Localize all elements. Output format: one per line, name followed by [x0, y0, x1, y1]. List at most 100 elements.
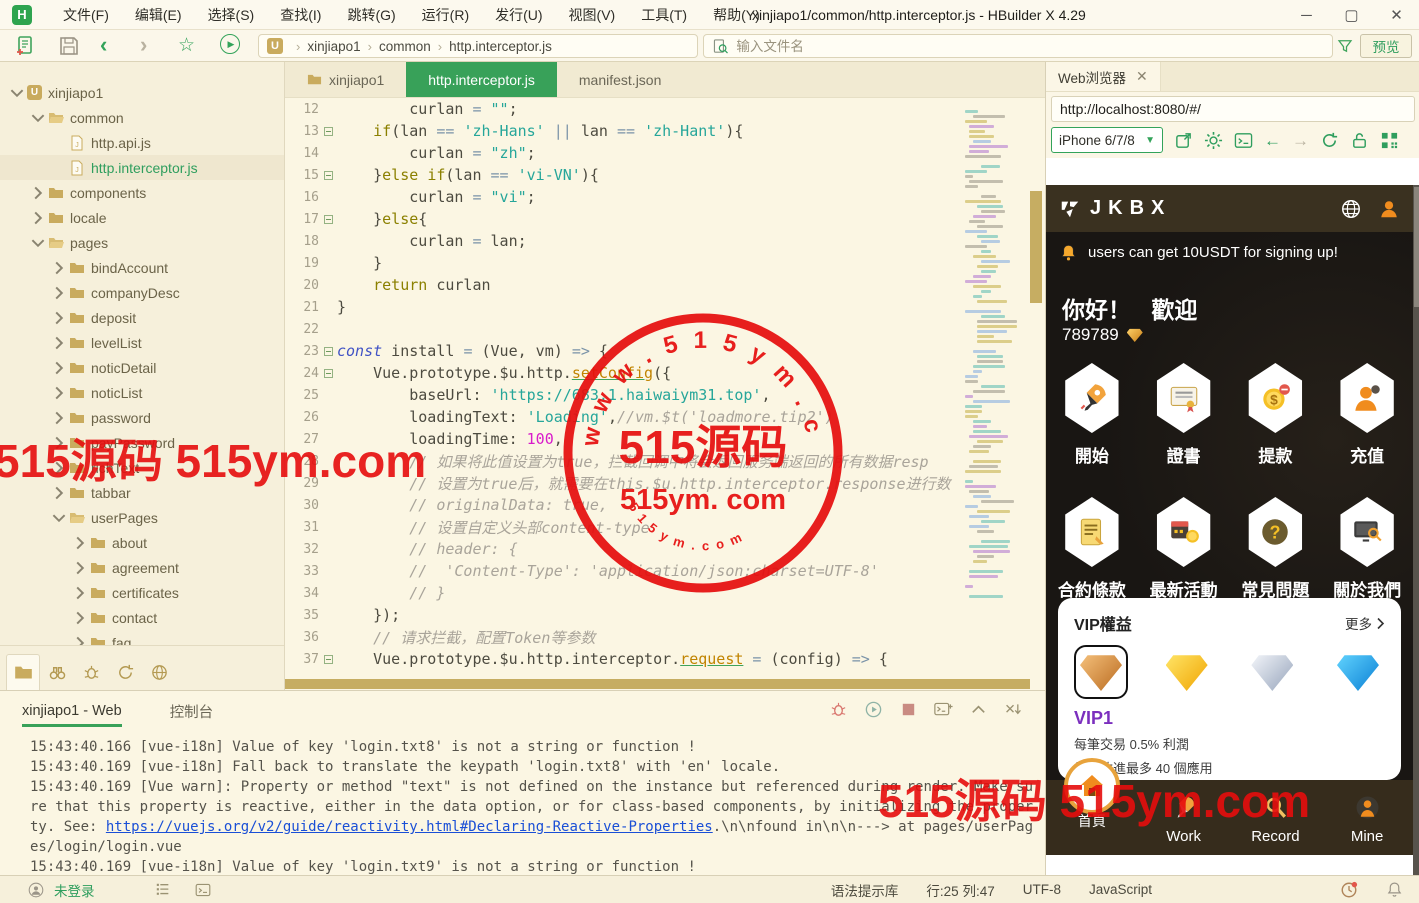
debug-icon[interactable]: [829, 700, 848, 719]
web-tab[interactable]: [142, 654, 176, 690]
tree-item-http.api.js[interactable]: Jhttp.api.js: [0, 130, 284, 155]
notification-bell-icon[interactable]: [1386, 881, 1403, 898]
menu-item[interactable]: 跳转(G): [334, 0, 408, 30]
fold-marker[interactable]: [319, 369, 337, 378]
breadcrumb-item[interactable]: xinjiapo1: [307, 39, 360, 54]
breadcrumb-item[interactable]: common: [379, 39, 431, 54]
app-grid-item-recharge[interactable]: 充值: [1321, 363, 1413, 467]
fold-marker[interactable]: [319, 127, 337, 136]
tree-item-http.interceptor.js[interactable]: Jhttp.interceptor.js: [0, 155, 284, 180]
chevron-icon[interactable]: [52, 411, 66, 425]
chevron-icon[interactable]: [52, 486, 66, 500]
back-icon[interactable]: ‹: [100, 34, 124, 58]
search-tab[interactable]: [40, 654, 74, 690]
vip-gem-blue[interactable]: [1331, 645, 1385, 699]
debug-tab[interactable]: [74, 654, 108, 690]
lock-icon[interactable]: [1350, 131, 1369, 150]
tree-item-userPages[interactable]: userPages: [0, 505, 284, 530]
gear-icon[interactable]: [1204, 131, 1223, 150]
search-input[interactable]: [736, 39, 1324, 54]
vip-gem-silver[interactable]: [1245, 645, 1299, 699]
app-tab-Record[interactable]: Record: [1230, 780, 1322, 855]
new-terminal-icon[interactable]: [934, 700, 953, 719]
address-bar[interactable]: [1051, 96, 1415, 122]
console-tab-terminal[interactable]: 控制台: [170, 691, 214, 731]
tree-item-richText[interactable]: richText: [0, 455, 284, 480]
refresh-icon[interactable]: [1320, 131, 1339, 150]
scrollbar-thumb[interactable]: [285, 679, 1030, 689]
fold-icon[interactable]: [324, 127, 333, 136]
app-grid-item-rocket[interactable]: 開始: [1046, 363, 1138, 467]
editor-tab-http.interceptor.js[interactable]: http.interceptor.js: [406, 62, 557, 97]
forward-arrow-icon[interactable]: →: [1292, 132, 1309, 149]
fold-marker[interactable]: [319, 655, 337, 664]
console-tab-web[interactable]: xinjiapo1 - Web: [22, 691, 122, 731]
tree-item-agreement[interactable]: agreement: [0, 555, 284, 580]
fold-icon[interactable]: [324, 347, 333, 356]
tree-item-contact[interactable]: contact: [0, 605, 284, 630]
tree-item-about[interactable]: about: [0, 530, 284, 555]
encoding-label[interactable]: UTF-8: [1023, 882, 1061, 897]
editor-tab-xinjiapo1[interactable]: xinjiapo1: [285, 62, 406, 97]
filter-funnel-icon[interactable]: [1336, 37, 1354, 55]
minimap[interactable]: [965, 100, 1011, 660]
horizontal-scrollbar[interactable]: [285, 678, 1045, 690]
url-input[interactable]: [1060, 101, 1406, 117]
chevron-icon[interactable]: [31, 236, 45, 250]
chevron-icon[interactable]: [52, 261, 66, 275]
console-log[interactable]: 15:43:40.166 [vue-i18n] Value of key 'lo…: [0, 737, 1038, 876]
cursor-position[interactable]: 行:25 列:47: [926, 880, 994, 900]
restart-icon[interactable]: [864, 700, 883, 719]
chevron-icon[interactable]: [52, 361, 66, 375]
app-grid-item-contract[interactable]: 合約條款: [1046, 497, 1138, 601]
terminal-status-icon[interactable]: [195, 882, 211, 898]
app-grid-item-withdraw[interactable]: $提款: [1230, 363, 1322, 467]
maximize-icon[interactable]: ▢: [1329, 0, 1374, 30]
chevron-icon[interactable]: [10, 86, 24, 100]
minimize-icon[interactable]: ─: [1284, 0, 1329, 30]
app-grid-item-about[interactable]: 關於我們: [1321, 497, 1413, 601]
tree-item-certificates[interactable]: certificates: [0, 580, 284, 605]
chevron-icon[interactable]: [73, 561, 87, 575]
announcement-bar[interactable]: users can get 10USDT for signing up!: [1059, 243, 1338, 262]
outline-list-icon[interactable]: [155, 882, 171, 898]
files-tab[interactable]: [6, 654, 40, 690]
chevron-icon[interactable]: [31, 211, 45, 225]
tree-item-locale[interactable]: locale: [0, 205, 284, 230]
account-icon[interactable]: [28, 882, 44, 898]
open-external-icon[interactable]: [1174, 131, 1193, 150]
fold-marker[interactable]: [319, 215, 337, 224]
qr-code-icon[interactable]: [1380, 131, 1399, 150]
fold-icon[interactable]: [324, 215, 333, 224]
language-globe-icon[interactable]: [1340, 198, 1362, 220]
tree-item-xinjiapo1[interactable]: Uxinjiapo1: [0, 80, 284, 105]
profile-icon[interactable]: [1378, 198, 1400, 220]
breadcrumb-item[interactable]: http.interceptor.js: [449, 39, 552, 54]
app-tab-Mine[interactable]: Mine: [1321, 780, 1413, 855]
close-icon[interactable]: ✕: [1374, 0, 1419, 30]
tree-item-noticDetail[interactable]: noticDetail: [0, 355, 284, 380]
chevron-icon[interactable]: [52, 461, 66, 475]
chevron-icon[interactable]: [73, 586, 87, 600]
menu-item[interactable]: 查找(I): [267, 0, 334, 30]
vip-gem-gold[interactable]: [1160, 645, 1214, 699]
tree-item-deposit[interactable]: deposit: [0, 305, 284, 330]
chevron-icon[interactable]: [52, 511, 66, 525]
menu-item[interactable]: 发行(U): [482, 0, 555, 30]
menu-item[interactable]: 文件(F): [50, 0, 122, 30]
device-select[interactable]: iPhone 6/7/8 ▼: [1051, 127, 1163, 153]
tree-item-bindAccount[interactable]: bindAccount: [0, 255, 284, 280]
terminal-icon[interactable]: [1234, 131, 1253, 150]
browser-tab[interactable]: Web浏览器 ✕: [1046, 62, 1161, 91]
run-icon[interactable]: ▶: [220, 34, 244, 58]
code-area[interactable]: 12 curlan = "";13 if(lan == 'zh-Hans' ||…: [285, 98, 961, 678]
chevron-icon[interactable]: [52, 336, 66, 350]
file-search-box[interactable]: [703, 34, 1333, 58]
clear-log-icon[interactable]: [1004, 700, 1023, 719]
page-scrollbar[interactable]: [1413, 185, 1419, 875]
tree-item-noticList[interactable]: noticList: [0, 380, 284, 405]
home-button-circle[interactable]: [1064, 758, 1120, 814]
menu-item[interactable]: 视图(V): [556, 0, 629, 30]
login-status[interactable]: 未登录: [54, 880, 95, 900]
menu-item[interactable]: 选择(S): [195, 0, 268, 30]
